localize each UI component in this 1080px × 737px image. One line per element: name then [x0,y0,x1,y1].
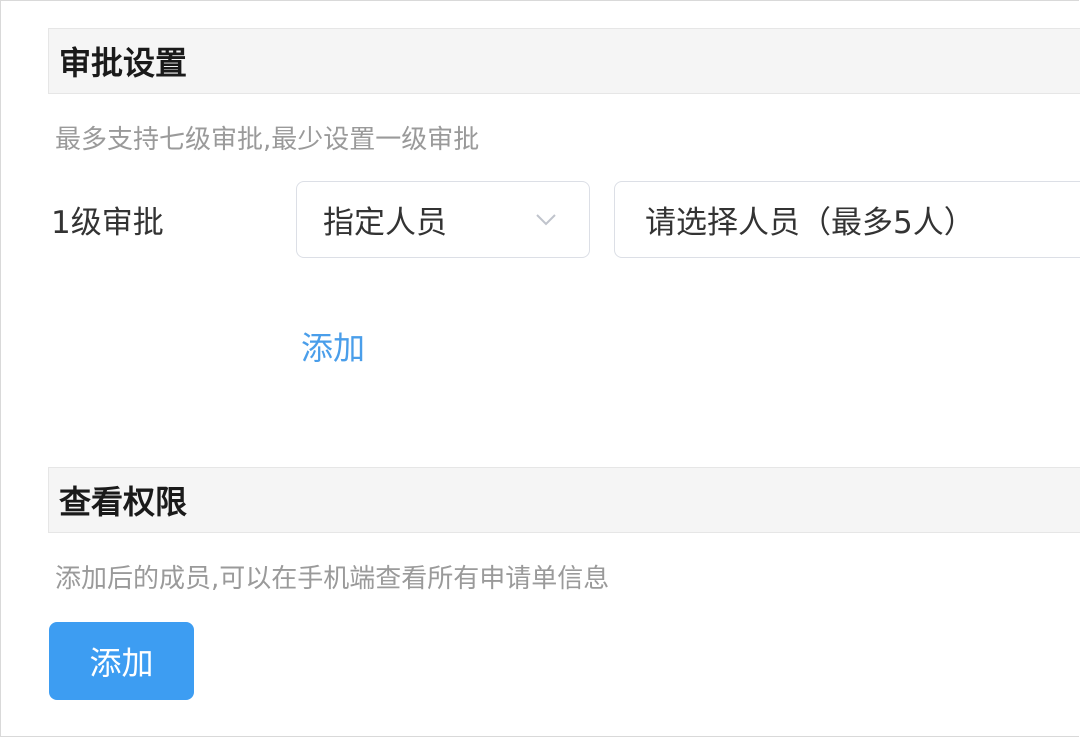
approver-type-select[interactable]: 指定人员 [296,181,590,258]
view-permission-hint: 添加后的成员,可以在手机端查看所有申请单信息 [55,564,610,594]
approval-level-label: 1级审批 [51,205,164,241]
approval-settings-hint: 最多支持七级审批,最少设置一级审批 [55,125,480,155]
settings-panel: 审批设置 最多支持七级审批,最少设置一级审批 1级审批 指定人员 请选择人员（最… [0,0,1080,737]
approver-people-input[interactable]: 请选择人员（最多5人） [614,181,1080,258]
add-approval-level-link[interactable]: 添加 [301,323,365,369]
approver-type-value: 指定人员 [323,205,447,241]
approval-settings-header: 审批设置 [48,28,1080,94]
approver-people-placeholder: 请选择人员（最多5人） [645,205,975,241]
view-permission-title: 查看权限 [59,483,188,521]
chevron-down-icon [536,214,556,226]
approval-settings-title: 审批设置 [59,44,188,82]
view-permission-header: 查看权限 [48,467,1080,533]
add-member-button[interactable]: 添加 [49,622,194,700]
